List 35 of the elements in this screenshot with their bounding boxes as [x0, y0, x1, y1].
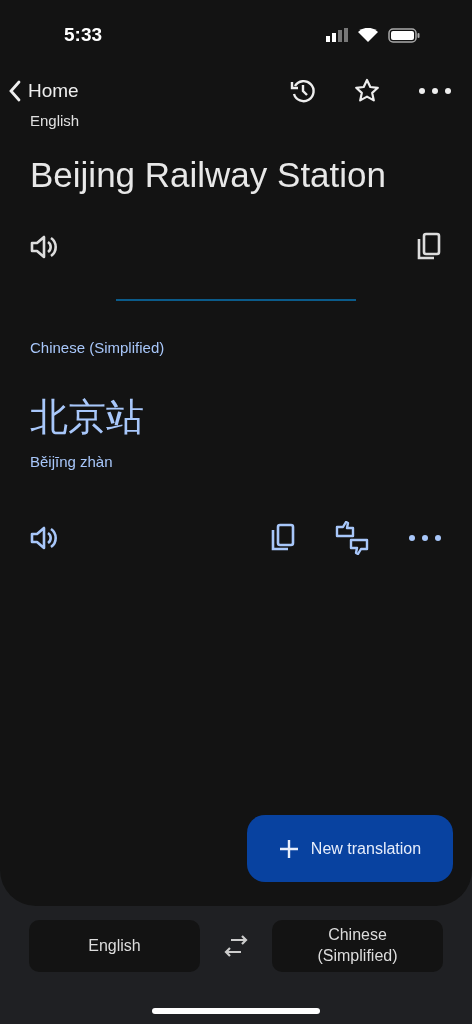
copy-icon — [270, 523, 296, 553]
copy-icon — [416, 232, 442, 262]
copy-button[interactable] — [416, 232, 442, 262]
source-language: English — [30, 112, 81, 129]
thumbs-icon — [334, 521, 370, 555]
more-icon — [418, 87, 452, 95]
status-time: 5:33 — [64, 24, 103, 46]
target-language: Chinese (Simplified) — [30, 339, 166, 356]
swap-icon — [223, 935, 249, 957]
target-language-button[interactable]: Chinese (Simplified) — [272, 920, 443, 972]
battery-icon — [388, 27, 420, 43]
copy-button[interactable] — [270, 523, 296, 553]
back-button[interactable]: Home — [8, 80, 79, 102]
plus-icon — [278, 838, 299, 859]
listen-button[interactable] — [30, 234, 58, 260]
listen-button[interactable] — [30, 525, 58, 551]
history-icon — [290, 78, 316, 104]
speaker-icon — [30, 234, 58, 260]
source-text: Beijing Railway Station — [30, 155, 387, 195]
wifi-icon — [358, 28, 378, 42]
new-translation-button[interactable]: New translation — [247, 815, 453, 882]
history-button[interactable] — [290, 78, 316, 104]
chevron-left-icon — [8, 80, 22, 102]
star-icon — [354, 78, 380, 104]
swap-languages-button[interactable] — [223, 935, 249, 957]
more-icon — [408, 534, 442, 542]
translated-text: 北京站 — [30, 394, 145, 441]
favorite-button[interactable] — [354, 78, 380, 104]
speaker-icon — [30, 525, 58, 551]
more-button[interactable] — [418, 87, 452, 95]
signal-icon — [326, 28, 348, 42]
more-button[interactable] — [408, 534, 442, 542]
source-language-button[interactable]: English — [29, 920, 200, 972]
romanization: Běijīng zhàn — [30, 453, 114, 470]
feedback-button[interactable] — [334, 521, 370, 555]
